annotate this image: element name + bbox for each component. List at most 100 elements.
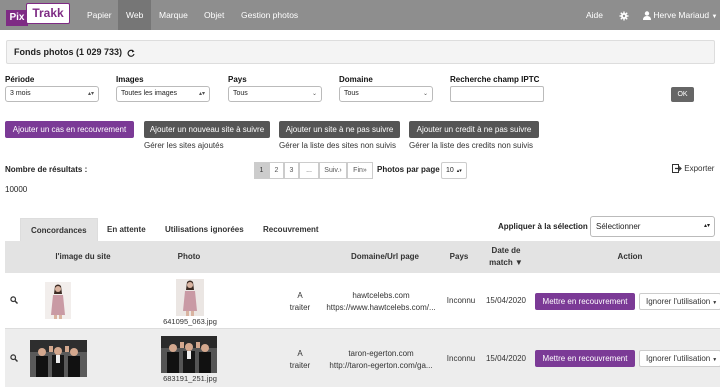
gear-icon[interactable]: [619, 0, 629, 30]
add-credit-not-follow-button[interactable]: Ajouter un credit à ne pas suivre: [409, 121, 539, 138]
nav-marque[interactable]: Marque: [151, 0, 196, 30]
ignore-usage-button[interactable]: Ignorer l'utilisation ▼: [639, 293, 720, 310]
col-action: Action: [617, 252, 643, 261]
filter-iptc-label: Recherche champ IPTC: [450, 75, 540, 84]
page-next-label: Suiv.: [324, 167, 340, 174]
tab-en-attente[interactable]: En attente: [97, 218, 156, 241]
table-row[interactable]: 683191_251.jpg A traiter taron-egerton.c…: [5, 329, 720, 387]
manage-unfollowed-sites-link[interactable]: Gérer la liste des sites non suivis: [279, 141, 396, 150]
filter-pays-select[interactable]: Tous ⌄: [228, 86, 322, 102]
refresh-icon[interactable]: [127, 49, 135, 57]
col-date[interactable]: Date de match ▼: [481, 246, 531, 267]
user-menu[interactable]: Herve Mariaud ▼: [643, 0, 717, 30]
user-icon: [643, 11, 651, 21]
page-next-button[interactable]: Suiv.›: [319, 162, 347, 179]
table-header: l'image du site Photo Domaine/Url page P…: [5, 241, 720, 273]
photo-thumbnail[interactable]: [161, 336, 217, 373]
nav-gestion-photos[interactable]: Gestion photos: [233, 0, 306, 30]
ignore-usage-button[interactable]: Ignorer l'utilisation ▼: [639, 350, 720, 367]
table-row[interactable]: 641095_063.jpg A traiter hawtcelebs.com …: [5, 273, 720, 328]
page-3-button[interactable]: 3: [284, 162, 299, 179]
page-ellipsis: ...: [299, 162, 319, 179]
nav-help[interactable]: Aide: [586, 0, 603, 30]
apply-selection-select[interactable]: Sélectionner ▴▾: [590, 216, 715, 237]
col-site-image[interactable]: l'image du site: [33, 252, 133, 261]
pixtrakk-logo[interactable]: Pix Trakk: [6, 3, 70, 26]
export-button[interactable]: Exporter: [672, 164, 715, 174]
domain-name: taron-egerton.com: [348, 349, 414, 358]
filter-domaine-label: Domaine: [339, 75, 373, 84]
logo-trakk: Trakk: [26, 3, 70, 24]
chevron-right-icon: ›: [339, 167, 342, 174]
page-url-link[interactable]: http://taron-egerton.com/ga...: [317, 361, 445, 370]
status: A traiter: [288, 291, 312, 312]
filter-pays-label: Pays: [228, 75, 247, 84]
export-label: Exporter: [684, 164, 715, 173]
put-in-recovery-button[interactable]: Mettre en recouvrement: [535, 350, 635, 367]
tab-utilisations-ignorees[interactable]: Utilisations ignorées: [155, 218, 254, 241]
col-date-line1: Date de: [491, 246, 521, 255]
status-line2: traiter: [289, 361, 311, 370]
nav-web[interactable]: Web: [118, 0, 152, 30]
filter-domaine-select[interactable]: Tous ⌄: [339, 86, 433, 102]
nav-papier[interactable]: Papier: [79, 0, 120, 30]
tab-concordances[interactable]: Concordances: [20, 218, 98, 241]
add-recouvrement-button[interactable]: Ajouter un cas en recouvrement: [5, 121, 134, 138]
status-line1: A: [297, 291, 303, 300]
page-last-button[interactable]: Fin»: [347, 162, 373, 179]
caret-down-icon: ▼: [712, 300, 718, 306]
per-page-value: 10: [446, 167, 454, 174]
filter-periode-select[interactable]: 3 mois ▴▾: [5, 86, 99, 102]
country: Inconnu: [446, 354, 476, 363]
nav-objet[interactable]: Objet: [196, 0, 232, 30]
manage-added-sites-link[interactable]: Gérer les sites ajoutés: [144, 141, 224, 150]
page-url-link[interactable]: https://www.hawtcelebs.com/...: [317, 303, 445, 312]
add-site-to-follow-button[interactable]: Ajouter un nouveau site à suivre: [144, 121, 270, 138]
site-image-thumbnail[interactable]: [45, 282, 71, 319]
country: Inconnu: [446, 296, 476, 305]
status-line2: traiter: [289, 303, 311, 312]
page-2-button[interactable]: 2: [269, 162, 284, 179]
ok-button[interactable]: OK: [671, 87, 694, 102]
photo-id: 683191_251.jpg: [163, 374, 217, 383]
zoom-icon[interactable]: [10, 296, 18, 304]
manage-unfollowed-credits-link[interactable]: Gérer la liste des credits non suivis: [409, 141, 533, 150]
filter-periode-label: Période: [5, 75, 35, 84]
photo-thumbnail[interactable]: [176, 279, 204, 316]
col-photo[interactable]: Photo: [145, 252, 233, 261]
double-chevron-icon: »: [362, 167, 367, 174]
filter-periode-value: 3 mois: [10, 90, 31, 97]
filter-iptc-input[interactable]: [450, 86, 544, 102]
zoom-icon[interactable]: [10, 354, 18, 362]
filter-domaine-value: Tous: [344, 90, 359, 97]
ignore-usage-label: Ignorer l'utilisation: [646, 297, 711, 306]
select-arrows-icon: ▴▾: [198, 91, 205, 97]
select-arrows-icon: ▴▾: [456, 168, 462, 174]
filter-pays-value: Tous: [233, 90, 248, 97]
export-icon: [672, 164, 682, 174]
caret-down-icon: ▼: [712, 357, 718, 363]
col-domain[interactable]: Domaine/Url page: [325, 252, 445, 261]
status: A traiter: [288, 349, 312, 370]
col-country[interactable]: Pays: [441, 252, 477, 261]
apply-selection-label: Appliquer à la sélection: [498, 222, 588, 231]
add-site-not-follow-button[interactable]: Ajouter un site à ne pas suivre: [279, 121, 400, 138]
ignore-usage-label: Ignorer l'utilisation: [646, 354, 711, 363]
filter-images-select[interactable]: Toutes les images ▴▾: [116, 86, 210, 102]
page-1-button[interactable]: 1: [254, 162, 269, 179]
domain-cell: hawtcelebs.com https://www.hawtcelebs.co…: [317, 291, 445, 312]
filter-images-value: Toutes les images: [121, 90, 178, 97]
chevron-down-icon: ⌄: [422, 91, 428, 97]
page-title-text: Fonds photos (1 029 733): [14, 47, 123, 57]
select-arrows-icon: ▴▾: [87, 91, 94, 97]
tab-recouvrement[interactable]: Recouvrement: [253, 218, 329, 241]
top-navbar: Pix Trakk Papier Web Marque Objet Gestio…: [0, 0, 720, 30]
put-in-recovery-button[interactable]: Mettre en recouvrement: [535, 293, 635, 310]
site-image-thumbnail[interactable]: [30, 340, 87, 377]
per-page-select[interactable]: 10 ▴▾: [441, 162, 467, 179]
col-date-line2: match ▼: [489, 258, 523, 267]
per-page-label: Photos par page: [377, 165, 440, 174]
domain-cell: taron-egerton.com http://taron-egerton.c…: [317, 349, 445, 370]
user-name: Herve Mariaud: [653, 10, 710, 20]
logo-pix: Pix: [6, 10, 28, 26]
